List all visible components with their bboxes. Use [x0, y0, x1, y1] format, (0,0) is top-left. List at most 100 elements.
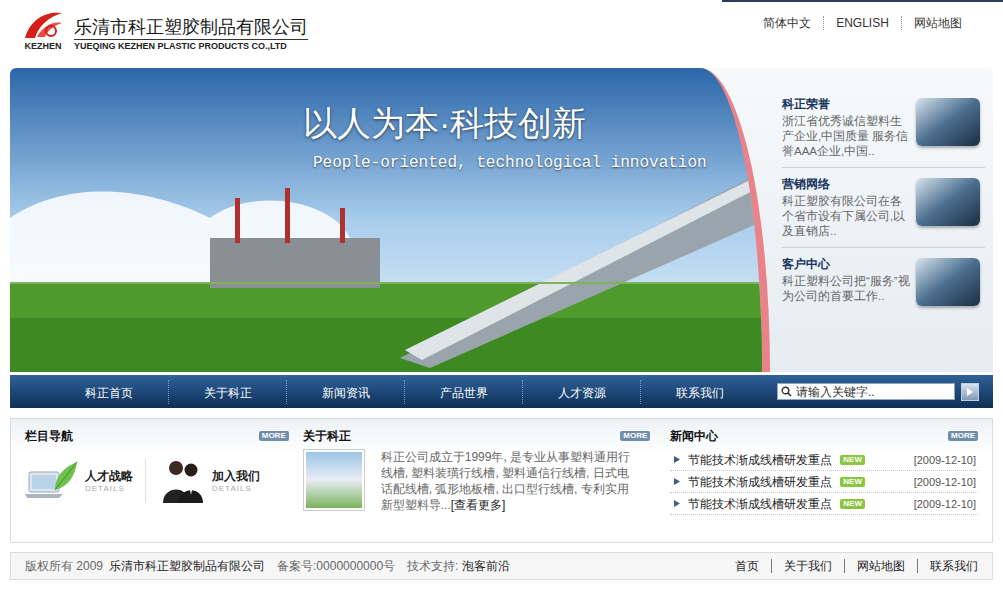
column-header: 关于科正 MORE [303, 427, 651, 445]
nav-label[interactable]: 联系我们 [676, 386, 724, 400]
feature-desc: 浙江省优秀诚信塑料生产企业,中国质量 服务信誉AAA企业,中国.. [782, 114, 910, 159]
people-icon [160, 459, 206, 503]
nav-item[interactable]: 联系我们 [640, 380, 758, 404]
news-row[interactable]: 节能技术渐成线槽研发重点 NEW [2009-12-10] [670, 493, 978, 515]
footer-link[interactable]: 网站地图 [844, 559, 917, 573]
banner: 以人为本·科技创新 People-oriented, technological … [10, 68, 993, 372]
nav-item[interactable]: 科正首页 [50, 380, 168, 404]
slogan: 以人为本·科技创新 People-oriented, technological … [303, 102, 707, 174]
feature-title: 客户中心 [782, 256, 910, 272]
more-button[interactable]: MORE [948, 431, 978, 441]
logo-mark: KEZHEN [20, 8, 66, 52]
top-link[interactable]: 网站地图 [901, 16, 974, 30]
news-title[interactable]: 节能技术渐成线槽研发重点 [688, 453, 832, 467]
nav-item[interactable]: 产品世界 [404, 380, 522, 404]
slogan-cn: 以人为本·科技创新 [303, 102, 707, 144]
sidebar-item-label: 加入我们 [212, 468, 260, 484]
news-row[interactable]: 节能技术渐成线槽研发重点 NEW [2009-12-10] [670, 471, 978, 493]
new-badge: NEW [840, 455, 865, 465]
logo-text: KEZHEN [24, 40, 61, 52]
feature-text: 营销网络科正塑胶有限公司在各个省市设有下属公司,以及直销店.. [782, 176, 910, 239]
sidebar-item-text: 人才战略DETAILS [85, 468, 133, 494]
footer-link[interactable]: 关于我们 [771, 559, 844, 573]
news-date: [2009-12-10] [914, 497, 976, 511]
feature-thumb [916, 258, 980, 306]
news-list: 节能技术渐成线槽研发重点 NEW [2009-12-10] 节能技术渐成线槽研发重点 N… [670, 449, 978, 515]
nav-label[interactable]: 产品世界 [440, 386, 488, 400]
arrow-icon [674, 500, 680, 507]
top-link[interactable]: ENGLISH [823, 16, 901, 30]
support-link[interactable]: 泡客前沿 [462, 557, 510, 575]
slogan-en: People-oriented, technological innovatio… [303, 152, 707, 174]
footer: 版权所有 2009乐清市科正塑胶制品有限公司备案号:0000000000号技术支… [10, 552, 993, 580]
read-more-link[interactable]: [查看更多] [451, 498, 506, 512]
nav-label[interactable]: 科正首页 [85, 386, 133, 400]
sidebar-item[interactable]: 加入我们DETAILS [145, 459, 260, 503]
company-cn: 乐清市科正塑胶制品有限公司 [74, 16, 308, 40]
feature-panel: 科正荣誉浙江省优秀诚信塑料生产企业,中国质量 服务信誉AAA企业,中国.. 营销网… [770, 68, 993, 372]
about-photo [303, 449, 365, 511]
top-link[interactable]: 简体中文 [751, 16, 823, 30]
feature-title: 科正荣誉 [782, 96, 910, 112]
column-title: 关于科正 [303, 429, 351, 443]
sidebar-item[interactable]: 人才战略DETAILS [25, 460, 133, 502]
feature-desc: 科正塑料公司把“服务”视为公司的首要工作.. [782, 274, 910, 304]
footer-link[interactable]: 联系我们 [917, 559, 990, 573]
sidebar-item-label: 人才战略 [85, 468, 133, 484]
feature-item[interactable]: 客户中心科正塑料公司把“服务”视为公司的首要工作.. [782, 248, 985, 314]
sidebar-item-text: 加入我们DETAILS [212, 468, 260, 494]
nav-label[interactable]: 新闻资讯 [322, 386, 370, 400]
about-body: 科正公司成立于1999年, 是专业从事塑料通用行线槽, 塑料装璜行线槽, 塑料通… [303, 449, 651, 513]
logo: KEZHEN 乐清市科正塑胶制品有限公司YUEQING KEZHEN PLASTI… [0, 0, 308, 68]
support-label: 技术支持: [407, 557, 458, 575]
top-links: 简体中文ENGLISH网站地图 [722, 0, 1003, 40]
news-row[interactable]: 节能技术渐成线槽研发重点 NEW [2009-12-10] [670, 449, 978, 471]
nav-label[interactable]: 关于科正 [204, 386, 252, 400]
feature-item[interactable]: 营销网络科正塑胶有限公司在各个省市设有下属公司,以及直销店.. [782, 168, 985, 248]
sidebar-item-sub: DETAILS [212, 484, 260, 494]
content: 栏目导航MORE人才战略DETAILS加入我们DETAILS关于科正MORE科正… [10, 418, 993, 543]
nav-item[interactable]: 新闻资讯 [286, 380, 404, 404]
about-column: 关于科正 MORE 科正公司成立于1999年, 是专业从事塑料通用行线槽, 塑料装璜… [303, 427, 651, 542]
new-badge: NEW [840, 499, 865, 509]
feature-thumb [916, 98, 980, 146]
search-input[interactable] [777, 383, 955, 400]
search-button[interactable] [961, 383, 979, 401]
feature-thumb [916, 178, 980, 226]
footer-company: 乐清市科正塑胶制品有限公司 [109, 557, 265, 575]
news-title[interactable]: 节能技术渐成线槽研发重点 [688, 497, 832, 511]
search [777, 383, 979, 401]
feature-item[interactable]: 科正荣誉浙江省优秀诚信塑料生产企业,中国质量 服务信誉AAA企业,中国.. [782, 88, 985, 168]
column-title: 新闻中心 [670, 429, 718, 443]
more-button[interactable]: MORE [620, 431, 650, 441]
news-title[interactable]: 节能技术渐成线槽研发重点 [688, 475, 832, 489]
header: KEZHEN 乐清市科正塑胶制品有限公司YUEQING KEZHEN PLASTI… [0, 0, 1003, 68]
about-paragraph: 科正公司成立于1999年, 是专业从事塑料通用行线槽, 塑料装璜行线槽, 塑料通… [381, 450, 630, 512]
about-text: 科正公司成立于1999年, 是专业从事塑料通用行线槽, 塑料装璜行线槽, 塑料通… [381, 449, 631, 513]
column-header: 新闻中心 MORE [670, 427, 978, 445]
about-photo-fill [306, 452, 362, 508]
main-nav: 科正首页 关于科正 新闻资讯 产品世界 人才资源 联系我们 [10, 375, 993, 408]
footer-links: 首页关于我们网站地图联系我们 [723, 559, 990, 573]
news-date: [2009-12-10] [914, 475, 976, 489]
more-button[interactable]: MORE [259, 431, 289, 441]
copyright: 版权所有 2009 [25, 557, 103, 575]
arrow-right-icon [966, 388, 974, 396]
arrow-icon [674, 456, 680, 463]
feature-desc: 科正塑胶有限公司在各个省市设有下属公司,以及直销店.. [782, 194, 910, 239]
news-date: [2009-12-10] [914, 453, 976, 467]
feature-text: 科正荣誉浙江省优秀诚信塑料生产企业,中国质量 服务信誉AAA企业,中国.. [782, 96, 910, 159]
sidebar-items: 人才战略DETAILS加入我们DETAILS [25, 459, 289, 503]
news-column: 新闻中心MORE节能技术渐成线槽研发重点NEW[2009-12-10]节能技术渐… [670, 427, 978, 542]
nav-item[interactable]: 关于科正 [168, 380, 286, 404]
footer-link[interactable]: 首页 [723, 559, 771, 573]
nav-label[interactable]: 人才资源 [558, 386, 606, 400]
page: KEZHEN乐清市科正塑胶制品有限公司YUEQING KEZHEN PLASTI… [0, 0, 1003, 592]
arrow-icon [674, 478, 680, 485]
company-en: YUEQING KEZHEN PLASTIC PRODUCTS CO.,LTD [74, 40, 308, 53]
logo-swoosh-icon [22, 8, 64, 40]
banner-photo: 以人为本·科技创新 People-oriented, technological … [10, 68, 770, 372]
nav-item[interactable]: 人才资源 [522, 380, 640, 404]
column-header: 栏目导航MORE [25, 427, 289, 445]
new-badge: NEW [840, 477, 865, 487]
